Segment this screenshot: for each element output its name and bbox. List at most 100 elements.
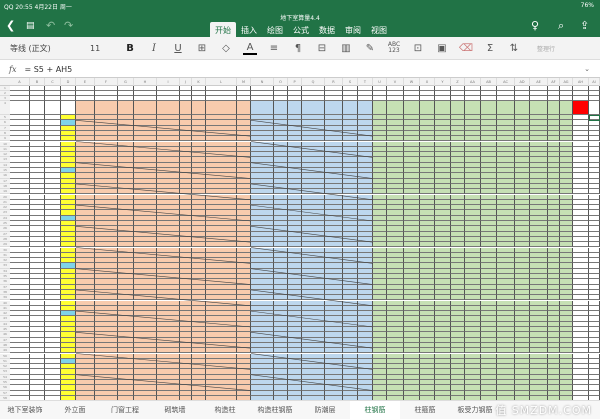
sheet-tab[interactable]: 门窗工程	[100, 401, 150, 420]
bold-button[interactable]: B	[118, 43, 142, 54]
redo-icon[interactable]: ↷	[64, 19, 73, 32]
cell[interactable]	[573, 101, 589, 115]
ribbon-tab[interactable]: 开始	[210, 22, 236, 37]
column-header[interactable]: AF	[548, 78, 560, 86]
cell[interactable]	[288, 101, 302, 115]
cell[interactable]	[251, 101, 274, 115]
column-header[interactable]: Y	[435, 78, 451, 86]
sort-filter-icon[interactable]: ⇅	[502, 43, 526, 54]
sheet-tab[interactable]: 地下室装饰	[0, 401, 50, 420]
borders-icon[interactable]: ⊞	[190, 43, 214, 54]
column-header[interactable]: V	[387, 78, 404, 86]
sheet-tab[interactable]: 防潮层	[300, 401, 350, 420]
file-icon[interactable]: ▤	[26, 21, 35, 31]
sheet-tab[interactable]: 柱钢筋	[350, 400, 400, 420]
cell[interactable]	[61, 101, 76, 115]
cell[interactable]	[206, 101, 237, 115]
column-header[interactable]: C	[45, 78, 61, 86]
cell[interactable]	[325, 101, 343, 115]
column-header[interactable]: L	[206, 78, 237, 86]
column-header[interactable]: W	[404, 78, 420, 86]
format-icon[interactable]: ▥	[334, 43, 358, 54]
selected-cell[interactable]	[589, 115, 600, 121]
cell[interactable]	[358, 101, 373, 115]
cell[interactable]	[404, 101, 420, 115]
eraser-icon[interactable]: ⌫	[454, 43, 478, 54]
row-header[interactable]: 4	[0, 101, 10, 115]
back-icon[interactable]: ❮	[6, 19, 15, 32]
merge-icon[interactable]: ⊟	[310, 43, 334, 54]
cell[interactable]	[134, 101, 157, 115]
column-header[interactable]: AC	[497, 78, 515, 86]
formula-bar[interactable]: fx = S5 + AH5 ⌄	[0, 61, 600, 78]
column-header[interactable]: F	[95, 78, 118, 86]
ribbon-tab[interactable]: 绘图	[262, 22, 288, 37]
cell[interactable]	[548, 101, 560, 115]
column-header[interactable]: D	[61, 78, 76, 86]
underline-button[interactable]: U	[166, 43, 190, 54]
column-header[interactable]: H	[134, 78, 157, 86]
cell[interactable]	[118, 101, 134, 115]
cell[interactable]	[30, 101, 45, 115]
font-size-select[interactable]: 11	[90, 44, 118, 53]
column-header[interactable]: AA	[465, 78, 481, 86]
column-header[interactable]: AD	[515, 78, 530, 86]
more-button[interactable]: 整理行	[526, 44, 566, 53]
delete-icon[interactable]: ▣	[430, 43, 454, 54]
ribbon-tab[interactable]: 插入	[236, 22, 262, 37]
cell[interactable]	[481, 101, 497, 115]
sheet-tab[interactable]: 构造柱	[200, 401, 250, 420]
formula-input[interactable]: = S5 + AH5	[24, 65, 72, 74]
italic-button[interactable]: I	[142, 43, 166, 54]
font-name-select[interactable]: 等线 (正文)	[10, 43, 90, 54]
cell[interactable]	[420, 101, 435, 115]
lightbulb-icon[interactable]: ♀	[531, 19, 539, 32]
spreadsheet-grid[interactable]: A B C D E F G H I J K L M N O P Q R S T U V W X Y Z AA AB AC AD AE AF AG…	[0, 78, 600, 400]
column-header[interactable]: G	[118, 78, 134, 86]
cell[interactable]	[45, 101, 61, 115]
wrap-icon[interactable]: ¶	[286, 43, 310, 54]
column-header[interactable]: I	[157, 78, 180, 86]
cell[interactable]	[530, 101, 548, 115]
autosum-button[interactable]: Σ	[478, 43, 502, 54]
cell[interactable]	[76, 101, 95, 115]
column-header[interactable]: AB	[481, 78, 497, 86]
column-header[interactable]: U	[373, 78, 387, 86]
column-header[interactable]: K	[192, 78, 206, 86]
cell[interactable]	[10, 101, 30, 115]
column-header[interactable]: AI	[589, 78, 600, 86]
cell[interactable]	[373, 101, 387, 115]
column-header[interactable]: Z	[451, 78, 465, 86]
cell[interactable]	[343, 101, 358, 115]
cell[interactable]	[302, 101, 325, 115]
column-header[interactable]: AH	[573, 78, 589, 86]
sheet-tab[interactable]: 外立面	[50, 401, 100, 420]
cell[interactable]	[451, 101, 465, 115]
undo-icon[interactable]: ↶	[46, 19, 55, 32]
styles-icon[interactable]: ✎	[358, 43, 382, 54]
column-header[interactable]: S	[343, 78, 358, 86]
cell[interactable]	[274, 101, 288, 115]
cell[interactable]	[435, 101, 451, 115]
column-header[interactable]: A	[10, 78, 30, 86]
column-header[interactable]: Q	[302, 78, 325, 86]
chevron-down-icon[interactable]: ⌄	[584, 65, 590, 73]
cell[interactable]	[497, 101, 515, 115]
sheet-tab[interactable]: 砌筑墙	[150, 401, 200, 420]
align-icon[interactable]: ≡	[262, 43, 286, 54]
column-header[interactable]: AE	[530, 78, 548, 86]
column-header[interactable]: O	[274, 78, 288, 86]
column-header[interactable]: T	[358, 78, 373, 86]
search-icon[interactable]: ⌕	[558, 19, 564, 33]
font-color-button[interactable]: A	[243, 42, 257, 55]
cell[interactable]	[95, 101, 118, 115]
cell[interactable]	[387, 101, 404, 115]
number-format-button[interactable]: ABC 123	[382, 42, 406, 54]
sheet-tab[interactable]: 构造柱钢筋	[250, 401, 300, 420]
ribbon-tab[interactable]: 审阅	[340, 22, 366, 37]
cell[interactable]	[465, 101, 481, 115]
cell[interactable]	[180, 101, 192, 115]
cell[interactable]	[157, 101, 180, 115]
column-header[interactable]: AG	[560, 78, 573, 86]
sheet-tab[interactable]: 柱箍筋	[400, 401, 450, 420]
